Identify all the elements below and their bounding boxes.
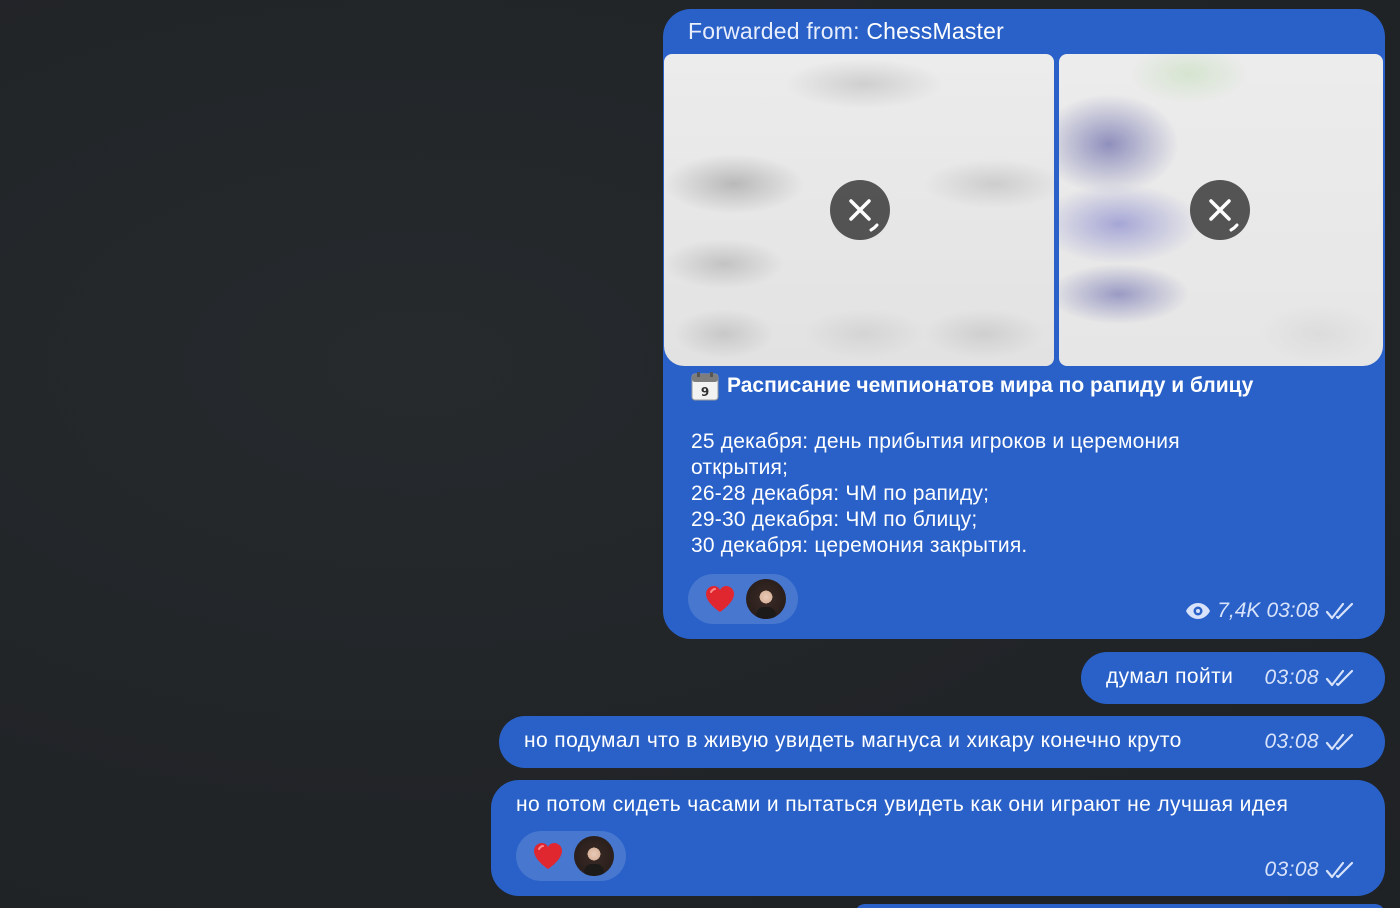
- message-time: 03:08: [1266, 599, 1319, 622]
- reaction-pill[interactable]: [516, 831, 626, 881]
- post-body-line: 29-30 декабря: ЧМ по блицу;: [691, 508, 978, 531]
- avatar[interactable]: [746, 579, 786, 619]
- double-check-icon: [1325, 669, 1354, 687]
- media-cancel-button[interactable]: [1190, 180, 1250, 240]
- message-meta: 03:08: [1264, 666, 1355, 690]
- calendar-icon: 9: [691, 372, 719, 401]
- chat-area: Forwarded from: ChessMaster 9 Расписание…: [0, 0, 1400, 908]
- post-body-line: 26-28 декабря: ЧМ по рапиду;: [691, 482, 990, 505]
- message-meta: 03:08: [1264, 730, 1355, 754]
- message-time: 03:08: [1264, 730, 1319, 753]
- outgoing-message[interactable]: но потом сидеть часами и пытаться увидет…: [491, 780, 1385, 896]
- message-text: думал пойти: [1106, 665, 1234, 688]
- outgoing-message[interactable]: но подумал что в живую увидеть магнуса и…: [499, 716, 1385, 768]
- message-text: но потом сидеть часами и пытаться увидет…: [516, 793, 1289, 816]
- media-image-1[interactable]: [664, 54, 1054, 366]
- post-body-line: 25 декабря: день прибытия игроков и цере…: [691, 430, 1180, 453]
- close-icon: [1209, 199, 1239, 232]
- message-meta: 03:08: [1264, 858, 1355, 882]
- close-icon: [849, 199, 879, 232]
- forwarded-source-name[interactable]: ChessMaster: [866, 18, 1004, 44]
- heart-reaction-icon: [706, 586, 734, 612]
- double-check-icon: [1325, 602, 1354, 620]
- post-title: 9 Расписание чемпионатов мира по рапиду …: [691, 371, 1253, 401]
- post-body-line: открытия;: [691, 456, 789, 479]
- svg-text:9: 9: [701, 385, 709, 399]
- double-check-icon: [1325, 733, 1354, 751]
- outgoing-message[interactable]: думал пойти 03:08: [1081, 652, 1385, 704]
- avatar[interactable]: [574, 836, 614, 876]
- double-check-icon: [1325, 861, 1354, 879]
- post-title-text: Расписание чемпионатов мира по рапиду и …: [727, 374, 1254, 397]
- media-cancel-button[interactable]: [830, 180, 890, 240]
- message-meta: 7,4K 03:08: [1185, 599, 1355, 623]
- next-message-bubble-edge: [855, 904, 1385, 908]
- eye-icon: [1186, 603, 1211, 619]
- heart-reaction-icon: [534, 843, 562, 869]
- forwarded-post-bubble[interactable]: Forwarded from: ChessMaster 9 Расписание…: [663, 9, 1385, 639]
- media-image-2[interactable]: [1059, 54, 1383, 366]
- message-text: но подумал что в живую увидеть магнуса и…: [524, 729, 1182, 752]
- message-time: 03:08: [1264, 666, 1319, 689]
- message-time: 03:08: [1264, 858, 1319, 881]
- forwarded-header[interactable]: Forwarded from: ChessMaster: [688, 18, 1004, 45]
- forwarded-label: Forwarded from:: [688, 18, 860, 44]
- views-count: 7,4K: [1217, 599, 1261, 622]
- reaction-pill[interactable]: [688, 574, 798, 624]
- post-body-line: 30 декабря: церемония закрытия.: [691, 534, 1028, 557]
- post-body: 25 декабря: день прибытия игроков и цере…: [691, 429, 1291, 559]
